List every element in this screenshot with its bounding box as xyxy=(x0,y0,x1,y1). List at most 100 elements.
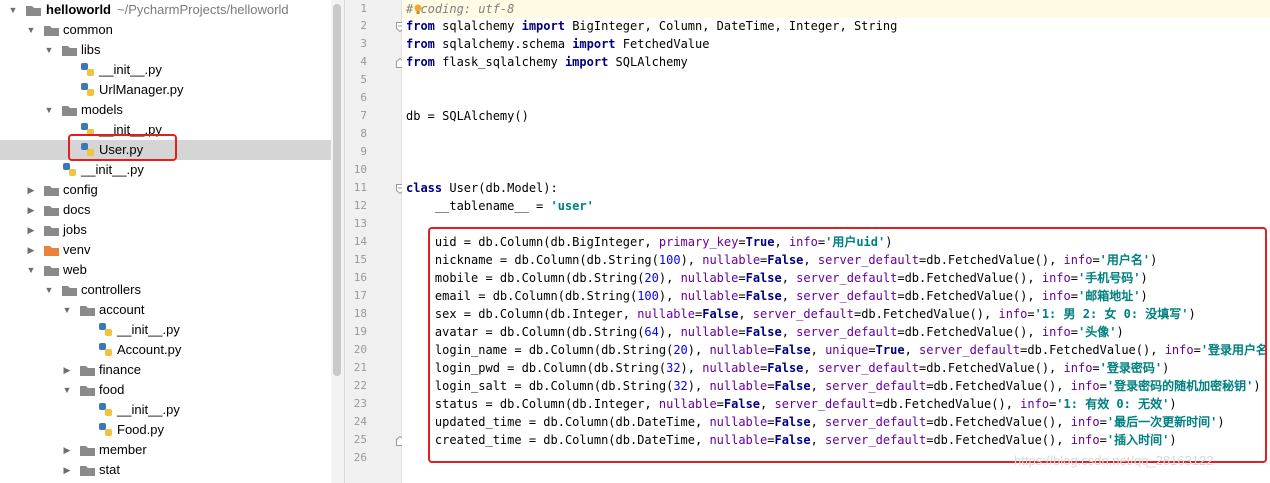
tree-item-account-init[interactable]: __init__.py xyxy=(0,320,331,340)
code-text: , xyxy=(810,415,826,429)
expand-arrow-icon[interactable]: ▼ xyxy=(7,0,19,20)
keyword: True xyxy=(875,343,905,357)
line-number: 11 xyxy=(353,181,367,194)
tree-label: member xyxy=(99,442,147,457)
collapse-arrow-icon[interactable]: ▶ xyxy=(25,180,37,200)
tree-item-common-init[interactable]: __init__.py xyxy=(0,160,331,180)
tree-item-web[interactable]: ▼ web xyxy=(0,260,331,280)
intention-bulb-icon[interactable] xyxy=(414,4,422,14)
code-text: ) xyxy=(1162,361,1170,375)
tree-item-config[interactable]: ▶ config xyxy=(0,180,331,200)
tree-label: common xyxy=(63,22,113,37)
tree-label: libs xyxy=(81,42,101,57)
kwarg: info xyxy=(1041,325,1071,339)
tree-item-controllers[interactable]: ▼ controllers xyxy=(0,280,331,300)
code-text: ) xyxy=(885,235,893,249)
expand-arrow-icon[interactable]: ▼ xyxy=(61,380,73,400)
collapse-arrow-icon[interactable]: ▶ xyxy=(25,200,37,220)
tree-label: web xyxy=(63,262,87,277)
tree-scrollbar[interactable] xyxy=(331,0,345,483)
code-text: = xyxy=(868,343,876,357)
tree-item-venv[interactable]: ▶ venv xyxy=(0,240,331,260)
tree-item-finance[interactable]: ▶ finance xyxy=(0,360,331,380)
tree-item-account-py[interactable]: Account.py xyxy=(0,340,331,360)
code-text: = xyxy=(1027,307,1035,321)
kwarg: server_default xyxy=(825,433,927,447)
project-tree[interactable]: ▼ helloworld ~/PycharmProjects/helloworl… xyxy=(0,0,331,483)
python-file-icon xyxy=(99,403,112,416)
tree-item-user-py[interactable]: User.py xyxy=(0,140,331,160)
collapse-arrow-icon[interactable]: ▶ xyxy=(61,360,73,380)
expand-arrow-icon[interactable]: ▼ xyxy=(25,20,37,40)
code-text: = xyxy=(875,397,883,411)
tree-item-account[interactable]: ▼ account xyxy=(0,300,331,320)
kwarg: server_default xyxy=(796,271,898,285)
expand-arrow-icon[interactable]: ▼ xyxy=(25,260,37,280)
code-line-11: class User(db.Model): xyxy=(406,179,558,197)
code-text: updated_time = db.Column(db.DateTime, xyxy=(406,415,710,429)
code-text: db.FetchedValue(), xyxy=(861,307,999,321)
tree-item-libs-init[interactable]: __init__.py xyxy=(0,60,331,80)
tree-label: __init__.py xyxy=(81,162,144,177)
code-line-7: db = SQLAlchemy() xyxy=(406,107,529,125)
code-text: mobile = db.Column(db.String( xyxy=(406,271,645,285)
tree-item-food-py[interactable]: Food.py xyxy=(0,420,331,440)
line-number: 5 xyxy=(360,73,367,86)
kwarg: server_default xyxy=(796,289,898,303)
line-number: 3 xyxy=(360,37,367,50)
tree-root-helloworld[interactable]: ▼ helloworld ~/PycharmProjects/helloworl… xyxy=(0,0,331,20)
tree-item-docs[interactable]: ▶ docs xyxy=(0,200,331,220)
line-number: 8 xyxy=(360,127,367,140)
string-literal: '1: 有效 0: 无效' xyxy=(1056,397,1170,411)
kwarg: server_default xyxy=(774,397,876,411)
folder-icon xyxy=(44,26,59,36)
kwarg: nullable xyxy=(637,307,695,321)
line-number: 4 xyxy=(360,55,367,68)
code-editor[interactable]: # coding: utf-8 from sqlalchemy import B… xyxy=(402,0,1270,483)
code-text: , xyxy=(781,325,797,339)
keyword: import xyxy=(521,19,565,33)
kwarg: server_default xyxy=(825,415,927,429)
code-text: db.FetchedValue(), xyxy=(904,325,1042,339)
tree-item-common[interactable]: ▼ common xyxy=(0,20,331,40)
tree-item-member[interactable]: ▶ member xyxy=(0,440,331,460)
kwarg: nullable xyxy=(680,325,739,339)
folder-icon xyxy=(80,386,95,396)
code-text: FetchedValue xyxy=(615,37,710,51)
expand-arrow-icon[interactable]: ▼ xyxy=(43,280,55,300)
folder-icon xyxy=(44,186,59,196)
kwarg: info xyxy=(1070,415,1100,429)
string-literal: '头像' xyxy=(1077,325,1117,339)
code-text: db.FetchedValue(), xyxy=(1027,343,1165,357)
code-line-14: uid = db.Column(db.BigInteger, primary_k… xyxy=(406,233,893,251)
tree-item-libs[interactable]: ▼ libs xyxy=(0,40,331,60)
tree-item-stat[interactable]: ▶ stat xyxy=(0,460,331,480)
tree-item-food[interactable]: ▼ food xyxy=(0,380,331,400)
kwarg: unique xyxy=(825,343,869,357)
collapse-arrow-icon[interactable]: ▶ xyxy=(25,240,37,260)
code-text: , xyxy=(738,307,753,321)
collapse-arrow-icon[interactable]: ▶ xyxy=(61,440,73,460)
code-text: ) xyxy=(1169,397,1177,411)
line-number: 12 xyxy=(353,199,367,212)
tree-item-urlmanager[interactable]: UrlManager.py xyxy=(0,80,331,100)
tree-label: __init__.py xyxy=(117,322,180,337)
code-text: created_time = db.Column(db.DateTime, xyxy=(406,433,710,447)
line-number: 15 xyxy=(353,253,367,266)
number: 20 xyxy=(673,343,688,357)
tree-label: models xyxy=(81,102,123,117)
collapse-arrow-icon[interactable]: ▶ xyxy=(25,220,37,240)
tree-item-models-init[interactable]: __init__.py xyxy=(0,120,331,140)
collapse-arrow-icon[interactable]: ▶ xyxy=(61,460,73,480)
kwarg: nullable xyxy=(709,415,768,429)
expand-arrow-icon[interactable]: ▼ xyxy=(43,100,55,120)
tree-item-jobs[interactable]: ▶ jobs xyxy=(0,220,331,240)
expand-arrow-icon[interactable]: ▼ xyxy=(43,40,55,60)
number: 100 xyxy=(637,289,659,303)
tree-item-food-init[interactable]: __init__.py xyxy=(0,400,331,420)
code-text: sex = db.Column(db.Integer, xyxy=(406,307,638,321)
tree-item-models[interactable]: ▼ models xyxy=(0,100,331,120)
expand-arrow-icon[interactable]: ▼ xyxy=(61,300,73,320)
scrollbar-thumb[interactable] xyxy=(333,4,341,376)
line-number: 21 xyxy=(353,361,367,374)
